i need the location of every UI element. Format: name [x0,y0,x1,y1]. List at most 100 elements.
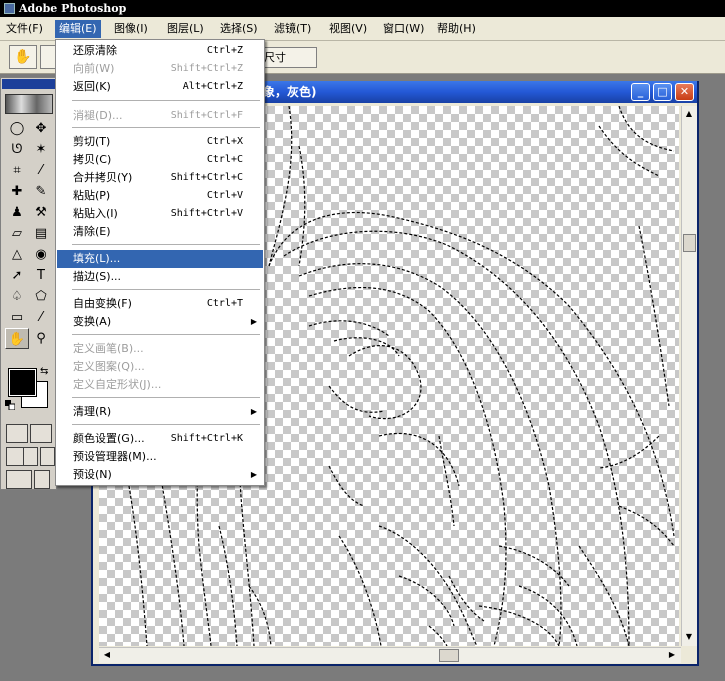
scroll-left-arrow-icon[interactable]: ◀ [100,648,114,662]
hand-tool-option-icon[interactable]: ✋ [9,45,37,69]
edit-menu-item[interactable]: 颜色设置(G)... Shift+Ctrl+K [57,430,263,448]
screen-mode-full-menu-button[interactable] [23,447,38,466]
stamp-tool-icon[interactable]: ♟ [5,202,29,223]
menu-select[interactable]: 选择(S) [216,20,262,38]
marquee-tool-icon[interactable]: ◯ [5,118,29,139]
menu-item-label: 定义自定形状(J)... [73,378,162,391]
menu-item-shortcut: Ctrl+Z [206,45,243,56]
vertical-scrollbar[interactable]: ▲ ▼ [681,106,697,646]
scroll-right-arrow-icon[interactable]: ▶ [665,648,679,662]
standard-mode-button[interactable] [6,424,28,443]
edit-menu-item[interactable]: 合并拷贝(Y) Shift+Ctrl+C [57,169,263,187]
dodge-tool-icon[interactable]: ◉ [29,244,53,265]
move-tool-icon[interactable]: ✥ [29,118,53,139]
menu-separator [72,127,260,128]
brush-tool-icon[interactable]: ✎ [29,181,53,202]
horizontal-scrollbar[interactable]: ◀ ▶ [99,647,681,663]
eyedropper-slice-icon[interactable]: ⁄ [29,160,53,181]
edit-menu-item[interactable]: 预设管理器(M)... [57,448,263,466]
menu-window[interactable]: 窗口(W) [379,20,428,38]
eraser-tool-icon[interactable]: ▱ [5,223,29,244]
hand-tool-icon[interactable]: ✋ [5,328,29,349]
shape-tool-icon[interactable]: ⬠ [29,286,53,307]
menu-item-label: 剪切(T) [73,135,111,148]
quick-mask-mode-button[interactable] [30,424,52,443]
menu-separator [72,424,260,425]
toolbox-logo[interactable] [5,94,53,114]
edit-menu-item[interactable]: 还原清除 Ctrl+Z [57,42,263,60]
edit-menu-item: 定义自定形状(J)... [57,376,263,394]
menu-image[interactable]: 图像(I) [110,20,152,38]
healing-brush-icon[interactable]: ✚ [5,181,29,202]
menu-separator [72,334,260,335]
edit-menu-item[interactable]: 剪切(T) Ctrl+X [57,133,263,151]
menu-help[interactable]: 帮助(H) [433,20,480,38]
menu-item-label: 消褪(D)... [73,109,123,122]
screen-mode-full-button[interactable] [40,447,55,466]
submenu-arrow-icon: ▶ [250,407,257,416]
swap-colors-icon[interactable]: ⇆ [40,366,48,377]
type-tool-icon[interactable]: T [29,265,53,286]
menu-item-label: 向前(W) [73,62,115,75]
menubar: 文件(F) 编辑(E) 图像(I) 图层(L) 选择(S) 滤镜(T) 视图(V… [0,17,725,41]
edit-menu-item[interactable]: 粘贴入(I) Shift+Ctrl+V [57,205,263,223]
path-select-tool-icon[interactable]: ➚ [5,265,29,286]
app-title: Adobe Photoshop [19,2,127,15]
edit-menu-item[interactable]: 变换(A) ▶ [57,313,263,331]
edit-menu-item[interactable]: 填充(L)... [57,250,263,268]
menu-separator [72,244,260,245]
gradient-tool-icon[interactable]: ▤ [29,223,53,244]
edit-menu-item[interactable]: 清除(E) [57,223,263,241]
vertical-scroll-thumb[interactable] [683,234,696,252]
menu-item-label: 粘贴入(I) [73,207,118,220]
menu-item-label: 预设管理器(M)... [73,450,157,463]
eyedropper-tool-icon[interactable]: ⁄ [29,307,53,328]
horizontal-scroll-thumb[interactable] [439,649,459,662]
print-size-button[interactable]: 尺寸 [257,47,317,68]
edit-menu-item[interactable]: 返回(K) Alt+Ctrl+Z [57,78,263,96]
edit-menu-item[interactable]: 自由变换(F) Ctrl+T [57,295,263,313]
edit-menu-item[interactable]: 描边(S)... [57,268,263,286]
menu-item-label: 返回(K) [73,80,111,93]
menu-item-label: 填充(L)... [73,252,121,265]
magic-wand-tool-icon[interactable]: ✶ [29,139,53,160]
scroll-down-arrow-icon[interactable]: ▼ [682,630,696,644]
minimize-button[interactable]: _ [631,83,650,101]
zoom-tool-icon[interactable]: ⚲ [29,328,53,349]
menu-filter[interactable]: 滤镜(T) [270,20,315,38]
menu-item-shortcut: Shift+Ctrl+F [170,110,243,121]
menu-file[interactable]: 文件(F) [2,20,47,38]
edit-menu-item[interactable]: 粘贴(P) Ctrl+V [57,187,263,205]
default-colors-icon[interactable] [5,400,15,410]
jump-to-button[interactable] [34,470,50,489]
foreground-color-swatch[interactable] [8,368,37,397]
menu-layer[interactable]: 图层(L) [163,20,208,38]
crop-tool-icon[interactable]: ⌗ [5,160,29,181]
edit-menu-item: 向前(W) Shift+Ctrl+Z [57,60,263,78]
notes-tool-icon[interactable]: ▭ [5,307,29,328]
toolbox-titlebar[interactable] [2,79,55,89]
menu-view[interactable]: 视图(V) [325,20,371,38]
blur-tool-icon[interactable]: △ [5,244,29,265]
edit-menu-item[interactable]: 清理(R) ▶ [57,403,263,421]
menu-item-label: 清理(R) [73,405,112,418]
menu-edit[interactable]: 编辑(E) [55,20,101,38]
pen-tool-icon[interactable]: ♤ [5,286,29,307]
history-brush-icon[interactable]: ⚒ [29,202,53,223]
close-button[interactable]: ✕ [675,83,694,101]
jump-to-imageready-button[interactable] [6,470,32,489]
menu-item-label: 颜色设置(G)... [73,432,145,445]
maximize-button[interactable]: □ [653,83,672,101]
menu-item-label: 描边(S)... [73,270,122,283]
menu-item-shortcut: Shift+Ctrl+K [170,433,243,444]
edit-menu-item: 定义画笔(B)... [57,340,263,358]
scroll-up-arrow-icon[interactable]: ▲ [682,107,696,121]
menu-item-label: 合并拷贝(Y) [73,171,133,184]
menu-item-shortcut: Shift+Ctrl+C [170,172,243,183]
lasso-tool-icon[interactable]: ᘎ [5,139,29,160]
edit-menu-item[interactable]: 预设(N) ▶ [57,466,263,484]
options-button[interactable] [40,45,56,69]
menu-item-label: 粘贴(P) [73,189,111,202]
edit-menu-item[interactable]: 拷贝(C) Ctrl+C [57,151,263,169]
menu-item-shortcut: Ctrl+T [206,298,243,309]
